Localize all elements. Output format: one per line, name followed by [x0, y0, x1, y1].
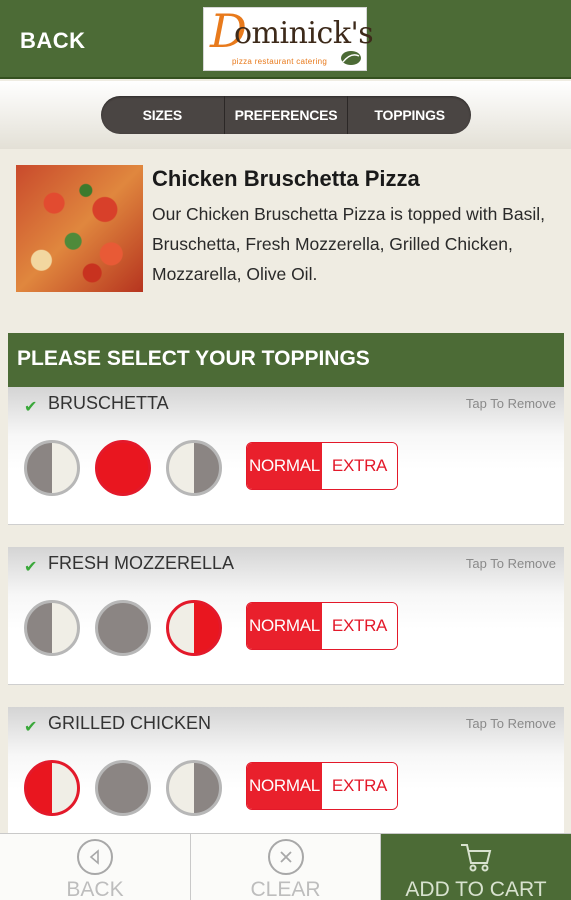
tap-to-remove-link[interactable]: Tap To Remove	[466, 716, 556, 731]
tap-to-remove-link[interactable]: Tap To Remove	[466, 556, 556, 571]
topping-row-bruschetta: ✔ BRUSCHETTA Tap To Remove NORMAL EXTRA	[8, 387, 564, 525]
tap-to-remove-link[interactable]: Tap To Remove	[466, 396, 556, 411]
header-back-button[interactable]: BACK	[20, 28, 86, 54]
amount-toggle: NORMAL EXTRA	[246, 602, 398, 650]
left-half-portion-icon[interactable]	[24, 600, 80, 656]
circle-arrow-left-icon	[77, 839, 113, 875]
circle-x-icon	[267, 839, 304, 875]
topping-name: FRESH MOZZERELLA	[48, 553, 235, 573]
pizza-image	[16, 165, 143, 292]
whole-portion-icon[interactable]	[95, 440, 151, 496]
clear-label: CLEAR	[250, 878, 321, 900]
topping-name: GRILLED CHICKEN	[48, 713, 212, 733]
logo-name: ominick's	[234, 16, 374, 51]
amount-toggle: NORMAL EXTRA	[246, 442, 398, 490]
dominicks-logo: D ominick's pizza restaurant catering	[203, 4, 374, 71]
logo-leaf-icon	[341, 51, 361, 65]
tab-sizes[interactable]: SIZES	[101, 96, 225, 134]
normal-button[interactable]: NORMAL	[247, 443, 322, 489]
right-half-portion-icon[interactable]	[166, 440, 222, 496]
checkmark-icon: ✔	[24, 559, 38, 576]
toppings-section-title: PLEASE SELECT YOUR TOPPINGS	[8, 333, 564, 387]
clear-button[interactable]: CLEAR	[191, 834, 381, 900]
logo-tagline: pizza restaurant catering	[232, 57, 328, 66]
bottom-action-bar: BACK CLEAR ADD TO CART	[0, 833, 571, 900]
whole-portion-icon[interactable]	[95, 760, 151, 816]
product-title: Chicken Bruschetta Pizza	[152, 166, 420, 191]
normal-button[interactable]: NORMAL	[247, 603, 322, 649]
right-half-portion-icon[interactable]	[166, 760, 222, 816]
topping-name: BRUSCHETTA	[48, 393, 169, 413]
add-to-cart-label: ADD TO CART	[405, 878, 547, 900]
extra-button[interactable]: EXTRA	[322, 443, 397, 489]
extra-button[interactable]: EXTRA	[322, 603, 397, 649]
app-header: BACK D ominick's pizza restaurant cateri…	[0, 0, 571, 79]
extra-button[interactable]: EXTRA	[322, 763, 397, 809]
topping-row-fresh-mozzerella: ✔ FRESH MOZZERELLA Tap To Remove NORMAL …	[8, 547, 564, 685]
category-tabs: SIZES PREFERENCES TOPPINGS	[101, 96, 471, 134]
checkmark-icon: ✔	[24, 399, 38, 416]
right-half-portion-icon[interactable]	[166, 600, 222, 656]
amount-toggle: NORMAL EXTRA	[246, 762, 398, 810]
shopping-cart-icon	[458, 839, 494, 875]
add-to-cart-button[interactable]: ADD TO CART	[381, 834, 571, 900]
bottom-back-label: BACK	[66, 878, 124, 900]
tab-preferences[interactable]: PREFERENCES	[225, 96, 349, 134]
tab-toppings[interactable]: TOPPINGS	[348, 96, 471, 134]
normal-button[interactable]: NORMAL	[247, 763, 322, 809]
product-description: Our Chicken Bruschetta Pizza is topped w…	[152, 204, 545, 284]
checkmark-icon: ✔	[24, 719, 38, 736]
whole-portion-icon[interactable]	[95, 600, 151, 656]
left-half-portion-icon[interactable]	[24, 760, 80, 816]
topping-row-grilled-chicken: ✔ GRILLED CHICKEN Tap To Remove NORMAL E…	[8, 707, 564, 845]
bottom-back-button[interactable]: BACK	[0, 834, 191, 900]
left-half-portion-icon[interactable]	[24, 440, 80, 496]
